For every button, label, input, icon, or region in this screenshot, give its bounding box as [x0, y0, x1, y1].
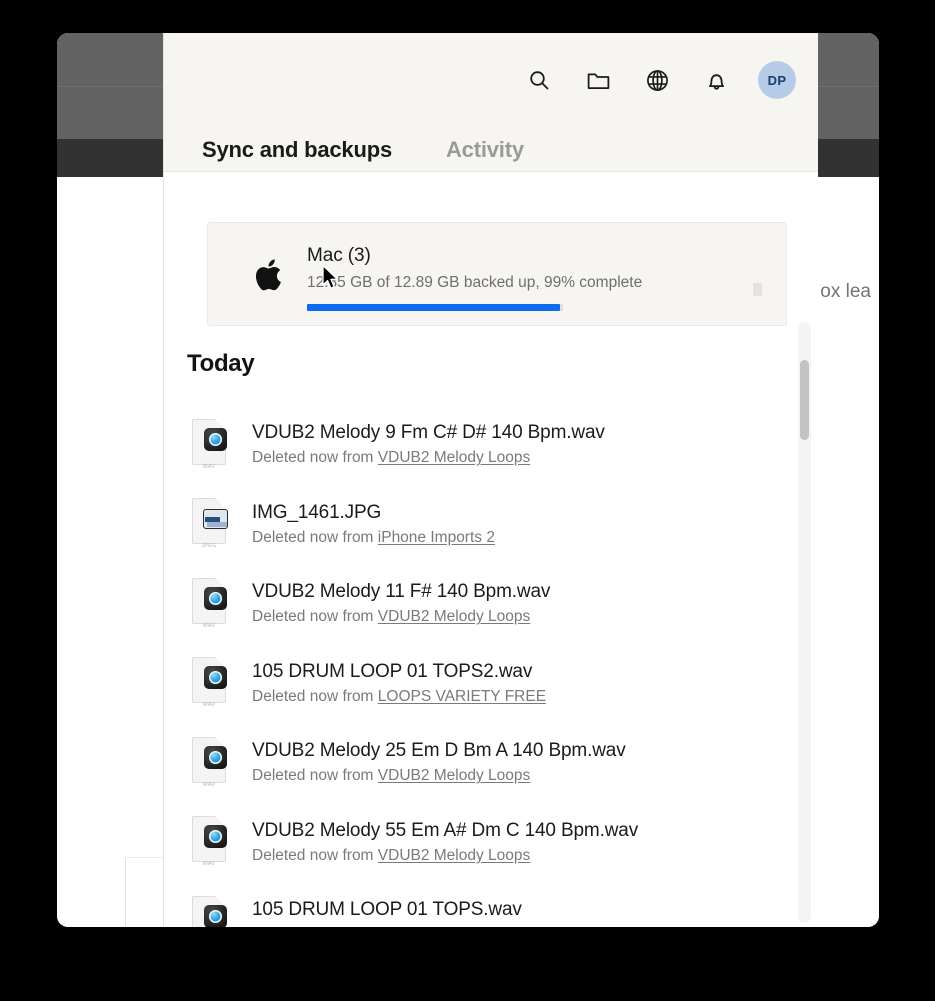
file-name: IMG_1461.JPG: [252, 501, 382, 523]
quicktime-lens-icon: [209, 750, 222, 764]
quicktime-lens-icon: [209, 671, 222, 685]
file-extension-label: WAV: [202, 463, 216, 470]
file-meta: IMG_1461.JPG Deleted now from iPhone Impo…: [252, 500, 818, 549]
file-action-text: Deleted now from VDUB2 Melody Loops: [252, 447, 818, 469]
file-meta: VDUB2 Melody 55 Em A# Dm C 140 Bpm.wav De…: [252, 818, 818, 867]
photo-thumbnail-icon: [203, 509, 228, 530]
file-activity-list: WAV VDUB2 Melody 9 Fm C# D# 140 Bpm.wav De…: [164, 405, 818, 927]
folder-link[interactable]: LOOPS VARIETY FREE: [378, 688, 546, 705]
section-heading-today: Today: [187, 350, 255, 377]
bell-icon[interactable]: [703, 67, 729, 93]
file-action-text: Deleted now from LOOPS VARIETY FREE: [252, 924, 818, 927]
file-action-text: Deleted now from LOOPS VARIETY FREE: [252, 686, 818, 708]
backup-progress-fill: [307, 304, 561, 311]
file-meta: 105 DRUM LOOP 01 TOPS.wav Deleted now fro…: [252, 897, 818, 927]
quicktime-badge-icon: [204, 586, 227, 610]
document-shape: [192, 736, 227, 783]
folder-link[interactable]: VDUB2 Melody Loops: [378, 608, 531, 625]
folder-icon[interactable]: [585, 67, 611, 93]
wav-file-icon: WAV: [187, 657, 231, 709]
wav-file-icon: WAV: [187, 816, 231, 868]
file-extension-label: WAV: [202, 781, 216, 788]
quicktime-lens-icon: [209, 909, 222, 923]
list-item[interactable]: WAV VDUB2 Melody 55 Em A# Dm C 140 Bpm.wa…: [164, 803, 818, 883]
file-meta: VDUB2 Melody 9 Fm C# D# 140 Bpm.wav Delet…: [252, 420, 818, 469]
globe-icon[interactable]: [644, 67, 670, 93]
list-item[interactable]: WAV VDUB2 Melody 25 Em D Bm A 140 Bpm.wav…: [164, 723, 818, 803]
file-meta: VDUB2 Melody 11 F# 140 Bpm.wav Deleted no…: [252, 579, 818, 628]
background-page-text: ox lea: [820, 281, 871, 302]
dropbox-popover-panel: DP Sync and backups Activity Mac (3) 12.…: [163, 33, 818, 927]
folder-link[interactable]: VDUB2 Melody Loops: [378, 847, 531, 864]
list-item[interactable]: WAV VDUB2 Melody 11 F# 140 Bpm.wav Deleted…: [164, 564, 818, 644]
wav-file-icon: WAV: [187, 418, 231, 471]
document-shape: [192, 577, 227, 624]
document-shape: [192, 498, 228, 545]
search-icon[interactable]: [526, 67, 552, 93]
quicktime-badge-icon: [204, 427, 227, 451]
jpeg-file-icon: JPEG: [187, 498, 231, 550]
folder-link[interactable]: VDUB2 Melody Loops: [378, 449, 531, 466]
mouse-cursor: [322, 264, 342, 292]
document-shape: [192, 657, 227, 704]
list-item[interactable]: WAV VDUB2 Melody 9 Fm C# D# 140 Bpm.wav De…: [164, 405, 818, 485]
backup-status-text: 12.85 GB of 12.89 GB backed up, 99% comp…: [307, 274, 643, 291]
quicktime-lens-icon: [209, 830, 222, 844]
wav-file-icon: WAV: [187, 736, 231, 789]
file-extension-label: WAV: [202, 622, 216, 629]
list-item[interactable]: WAV 105 DRUM LOOP 01 TOPS.wav Deleted now …: [164, 882, 818, 927]
list-item[interactable]: JPEG IMG_1461.JPG Deleted now from iPhone …: [164, 485, 818, 565]
screen: ⌄ Social M Drop ox lea: [0, 0, 935, 1001]
document-shape: [192, 418, 227, 465]
file-name: 105 DRUM LOOP 01 TOPS.wav: [252, 899, 522, 921]
file-action-label: Deleted now from: [252, 926, 378, 927]
panel-header: DP Sync and backups Activity: [164, 33, 818, 180]
file-action-label: Deleted now from: [252, 449, 378, 467]
list-item[interactable]: WAV 105 DRUM LOOP 01 TOPS2.wav Deleted now…: [164, 644, 818, 724]
file-action-label: Deleted now from: [252, 608, 378, 626]
quicktime-badge-icon: [204, 666, 227, 690]
panel-body: Mac (3) 12.85 GB of 12.89 GB backed up, …: [164, 172, 818, 927]
file-name: VDUB2 Melody 11 F# 140 Bpm.wav: [252, 581, 551, 603]
folder-link: LOOPS VARIETY FREE: [378, 926, 546, 927]
panel-tabs: Sync and backups Activity: [164, 137, 818, 180]
file-extension-label: JPEG: [201, 543, 217, 550]
file-extension-label: WAV: [202, 861, 216, 868]
file-name: VDUB2 Melody 55 Em A# Dm C 140 Bpm.wav: [252, 819, 639, 841]
file-action-label: Deleted now from: [252, 687, 378, 705]
file-action-label: Deleted now from: [252, 528, 378, 546]
avatar[interactable]: DP: [758, 61, 796, 99]
wav-file-icon: WAV: [187, 577, 231, 630]
folder-link[interactable]: VDUB2 Melody Loops: [378, 767, 531, 784]
file-extension-label: WAV: [202, 702, 216, 709]
apple-logo-icon: [252, 255, 286, 295]
pause-icon[interactable]: [753, 283, 762, 296]
file-action-label: Deleted now from: [252, 767, 378, 785]
document-shape: [192, 895, 227, 927]
file-action-text: Deleted now from iPhone Imports 2: [252, 527, 818, 549]
quicktime-lens-icon: [209, 432, 222, 446]
file-name: VDUB2 Melody 9 Fm C# D# 140 Bpm.wav: [252, 422, 605, 444]
quicktime-badge-icon: [204, 825, 227, 849]
quicktime-badge-icon: [204, 904, 227, 927]
file-name: VDUB2 Melody 25 Em D Bm A 140 Bpm.wav: [252, 740, 626, 762]
panel-scrollbar[interactable]: [798, 322, 811, 923]
document-shape: [192, 816, 227, 863]
file-action-text: Deleted now from VDUB2 Melody Loops: [252, 765, 818, 787]
file-meta: VDUB2 Melody 25 Em D Bm A 140 Bpm.wav Del…: [252, 738, 818, 787]
file-action-label: Deleted now from: [252, 846, 378, 864]
quicktime-lens-icon: [209, 591, 222, 605]
folder-link[interactable]: iPhone Imports 2: [378, 529, 495, 546]
backup-progress-bar: [307, 304, 563, 311]
quicktime-badge-icon: [204, 745, 227, 769]
file-action-text: Deleted now from VDUB2 Melody Loops: [252, 606, 818, 628]
file-meta: 105 DRUM LOOP 01 TOPS2.wav Deleted now fr…: [252, 659, 818, 708]
file-action-text: Deleted now from VDUB2 Melody Loops: [252, 845, 818, 867]
page-fold-corner: [215, 498, 226, 510]
backup-status-card[interactable]: Mac (3) 12.85 GB of 12.89 GB backed up, …: [207, 222, 787, 326]
file-name: 105 DRUM LOOP 01 TOPS2.wav: [252, 660, 533, 682]
wav-file-icon: WAV: [187, 895, 231, 927]
scrollbar-thumb[interactable]: [800, 360, 809, 440]
header-icon-row: DP: [526, 61, 796, 99]
